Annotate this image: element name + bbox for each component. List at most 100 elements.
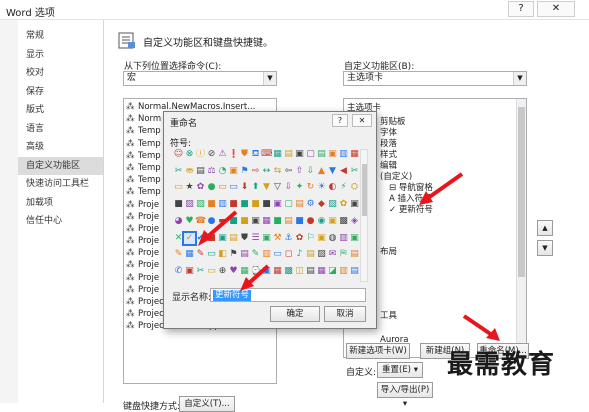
ok-button[interactable]: 确定 — [270, 306, 320, 322]
symbol-cell[interactable]: ■ — [261, 199, 272, 210]
symbol-cell[interactable]: ✓ — [182, 230, 197, 246]
symbol-cell[interactable]: ▤ — [305, 266, 316, 277]
symbol-cell[interactable]: ■ — [173, 199, 184, 210]
symbol-cell[interactable]: ▢ — [305, 149, 316, 160]
symbol-cell[interactable]: ⚒ — [272, 233, 283, 244]
symbol-cell[interactable]: ▭ — [272, 249, 283, 260]
symbol-cell[interactable]: ▣ — [261, 233, 272, 244]
symbol-cell[interactable]: ▦ — [272, 149, 283, 160]
symbol-cell[interactable]: ▨ — [184, 199, 195, 210]
symbol-cell[interactable]: ⇦ — [283, 166, 294, 177]
symbol-cell[interactable]: ✂ — [195, 266, 206, 277]
symbol-cell[interactable]: ▩ — [283, 266, 294, 277]
symbol-cell[interactable]: ☰ — [250, 233, 261, 244]
help-button[interactable]: ? — [508, 1, 534, 17]
symbol-cell[interactable]: ✕ — [173, 233, 184, 244]
symbol-cell[interactable]: ⇧ — [294, 166, 305, 177]
symbol-cell[interactable]: ■ — [250, 199, 261, 210]
close-button[interactable]: ✕ — [537, 1, 575, 17]
symbol-cell[interactable]: ⚑ — [239, 166, 250, 177]
symbol-cell[interactable]: ✎ — [173, 249, 184, 260]
symbol-cell[interactable]: ⚡ — [338, 182, 349, 193]
display-name-input[interactable]: 更新符号 — [210, 288, 366, 302]
symbol-cell[interactable]: ▣ — [349, 233, 360, 244]
move-down-button[interactable]: ▼ — [537, 240, 553, 256]
symbol-cell[interactable]: ◧ — [217, 249, 228, 260]
symbol-cell[interactable]: ✆ — [173, 266, 184, 277]
symbol-cell[interactable]: ⬇ — [239, 182, 250, 193]
symbol-cell[interactable]: ▤ — [283, 149, 294, 160]
nav-item[interactable]: 常规 — [18, 27, 103, 46]
symbol-cell[interactable]: ▤ — [316, 149, 327, 160]
symbol-cell[interactable]: ⛭ — [349, 182, 360, 193]
symbol-cell[interactable]: ▤ — [294, 199, 305, 210]
nav-item[interactable]: 版式 — [18, 101, 103, 120]
reset-button[interactable]: 重置(E) ▾ — [377, 362, 423, 378]
nav-item[interactable]: 快速访问工具栏 — [18, 175, 103, 194]
symbol-cell[interactable]: ☎ — [195, 216, 206, 227]
symbol-cell[interactable]: ▦ — [272, 266, 283, 277]
symbol-cell[interactable]: ▢ — [283, 199, 294, 210]
symbol-cell[interactable]: ▧ — [195, 199, 206, 210]
symbol-cell[interactable]: ⌨ — [261, 149, 272, 160]
symbol-cell[interactable]: ⛾ — [250, 149, 261, 160]
symbol-cell[interactable]: ✿ — [195, 182, 206, 193]
symbol-cell[interactable]: ◪ — [327, 266, 338, 277]
symbol-cell[interactable]: ⊕ — [217, 266, 228, 277]
symbol-cell[interactable]: ▲ — [316, 166, 327, 177]
symbol-cell[interactable]: ▬ — [217, 216, 228, 227]
symbol-cell[interactable]: ◉ — [316, 216, 327, 227]
symbol-cell[interactable]: ▦ — [239, 266, 250, 277]
symbol-cell[interactable]: ▥ — [338, 149, 349, 160]
symbol-cell[interactable]: ✔ — [195, 233, 206, 244]
symbol-cell[interactable]: ▥ — [338, 233, 349, 244]
symbol-cell[interactable]: ☺ — [173, 149, 184, 160]
symbol-cell[interactable]: ▣ — [327, 216, 338, 227]
symbol-cell[interactable]: ⚙ — [305, 199, 316, 210]
symbol-cell[interactable]: ▣ — [272, 199, 283, 210]
symbol-cell[interactable]: ▼ — [261, 182, 272, 193]
symbol-cell[interactable]: ▣ — [184, 266, 195, 277]
dialog-help-button[interactable]: ? — [332, 114, 348, 127]
symbol-cell[interactable]: ▨ — [327, 199, 338, 210]
tree-custom-item[interactable]: ✓ 更新符号 — [389, 203, 433, 215]
tree-item[interactable]: 布局 — [380, 245, 397, 257]
symbol-cell[interactable]: ▭ — [217, 182, 228, 193]
symbol-cell[interactable]: ◔ — [217, 166, 228, 177]
symbol-cell[interactable]: ◀ — [338, 166, 349, 177]
symbol-cell[interactable]: ✉ — [327, 249, 338, 260]
symbol-cell[interactable]: ▦ — [349, 149, 360, 160]
symbol-cell[interactable]: ▦ — [316, 266, 327, 277]
symbol-cell[interactable]: ◫ — [294, 266, 305, 277]
symbol-cell[interactable]: ▤ — [283, 216, 294, 227]
symbol-cell[interactable]: ■ — [206, 233, 217, 244]
symbol-cell[interactable]: ↻ — [305, 182, 316, 193]
symbol-cell[interactable]: ❗ — [228, 149, 239, 160]
symbol-cell[interactable]: ◻ — [283, 249, 294, 260]
symbol-cell[interactable]: ⇩ — [305, 166, 316, 177]
symbol-cell[interactable]: ▣ — [316, 233, 327, 244]
symbol-cell[interactable]: ▣ — [228, 166, 239, 177]
symbol-cell[interactable]: ⛊ — [239, 233, 250, 244]
symbol-cell[interactable]: ▥ — [217, 199, 228, 210]
nav-item[interactable]: 加载项 — [18, 194, 103, 213]
symbol-cell[interactable]: ● — [206, 216, 217, 227]
import-export-button[interactable]: 导入/导出(P) ▾ — [377, 382, 433, 409]
symbol-cell[interactable]: ⛿ — [338, 249, 349, 260]
symbol-cell[interactable]: ▩ — [338, 216, 349, 227]
new-tab-button[interactable]: 新建选项卡(W) — [346, 343, 410, 359]
symbol-cell[interactable]: ▭ — [228, 182, 239, 193]
symbol-cell[interactable]: ⬆ — [250, 182, 261, 193]
nav-item[interactable]: 保存 — [18, 83, 103, 102]
symbol-cell[interactable]: ☀ — [316, 182, 327, 193]
nav-item[interactable]: 高级 — [18, 138, 103, 157]
symbol-cell[interactable]: ⛂ — [184, 166, 195, 177]
symbol-cell[interactable]: ↔ — [261, 166, 272, 177]
symbol-cell[interactable]: ■ — [228, 199, 239, 210]
symbol-cell[interactable]: ◆ — [316, 199, 327, 210]
symbol-cell[interactable]: ♪ — [294, 249, 305, 260]
nav-item[interactable]: 校对 — [18, 64, 103, 83]
symbol-cell[interactable]: ■ — [239, 216, 250, 227]
cancel-button[interactable]: 取消 — [324, 306, 366, 322]
nav-item[interactable]: 显示 — [18, 46, 103, 65]
